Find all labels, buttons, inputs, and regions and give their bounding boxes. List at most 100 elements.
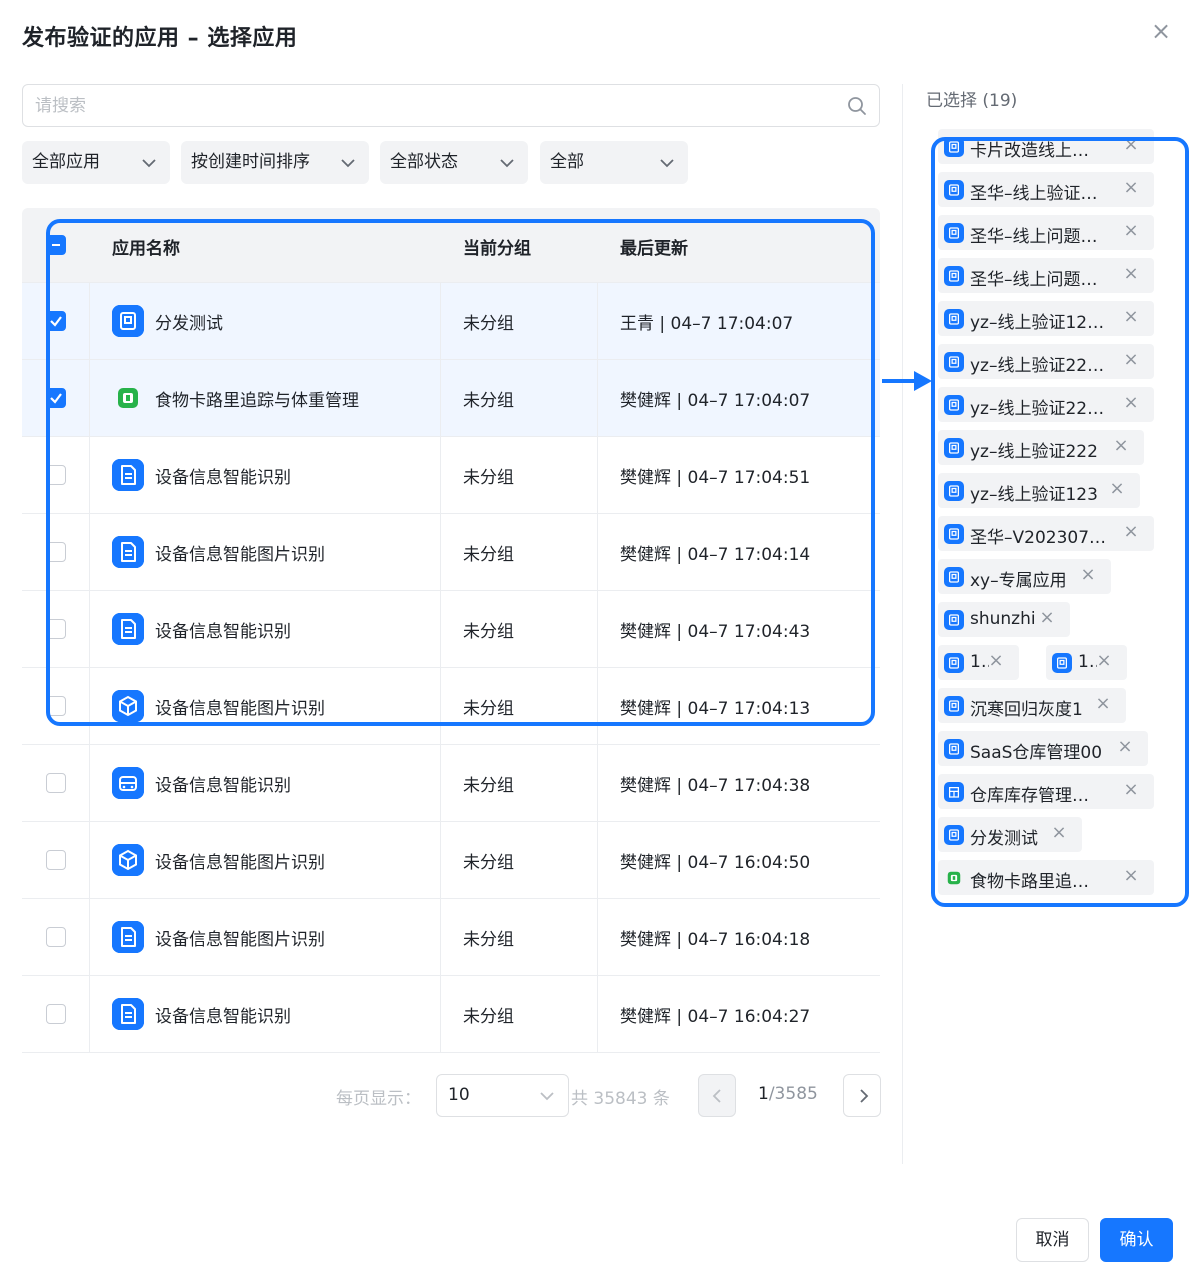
table-row[interactable]: 设备信息智能识别 未分组 樊健辉 | 04–7 17:04:38 [22,744,880,821]
search-icon[interactable] [847,96,867,116]
selected-tag-label: 卡片改造线上… [970,141,1089,161]
document-icon [944,266,964,286]
app-group: 未分组 [463,699,514,719]
table-row[interactable]: 设备信息智能识别 未分组 樊健辉 | 04–7 17:04:43 [22,590,880,667]
filter-status[interactable]: 全部状态 [380,141,528,184]
selected-tag-label: 圣华–线上问题… [970,227,1098,247]
row-checkbox[interactable] [46,311,66,331]
remove-tag-icon[interactable]: × [1122,263,1140,285]
remove-tag-icon[interactable]: × [1122,306,1140,328]
app-updated: 樊健辉 | 04–7 17:04:51 [620,468,811,488]
remove-tag-icon[interactable]: × [1038,607,1056,629]
document-icon [944,653,964,673]
remove-tag-icon[interactable]: × [1122,521,1140,543]
filter-all[interactable]: 全部 [540,141,688,184]
filter-sort[interactable]: 按创建时间排序 [181,141,369,184]
column-divider [89,514,90,590]
remove-tag-icon[interactable]: × [1095,650,1113,672]
document-icon [944,395,964,415]
selected-tag-label: yz–线上验证12… [970,313,1105,333]
remove-tag-icon[interactable]: × [1122,177,1140,199]
building-icon [944,782,964,802]
document-icon [944,352,964,372]
page-indicator: 1/3585 [758,1084,818,1104]
table-row[interactable]: 设备信息智能图片识别 未分组 樊健辉 | 04–7 17:04:14 [22,513,880,590]
row-checkbox[interactable] [46,465,66,485]
remove-tag-icon[interactable]: × [1079,564,1097,586]
remove-tag-icon[interactable]: × [1122,349,1140,371]
row-checkbox[interactable] [46,619,66,639]
row-checkbox[interactable] [46,927,66,947]
selected-tag: 圣华–线上问题… × [938,258,1154,293]
document-icon [944,696,964,716]
remove-tag-icon[interactable]: × [1108,478,1126,500]
prev-page-button[interactable] [698,1074,736,1117]
remove-tag-icon[interactable]: × [1116,736,1134,758]
chevron-down-icon [142,159,156,168]
row-checkbox[interactable] [46,850,66,870]
row-checkbox[interactable] [46,388,66,408]
remove-tag-icon[interactable]: × [1122,865,1140,887]
column-divider [597,668,598,744]
table-row[interactable]: 设备信息智能图片识别 未分组 樊健辉 | 04–7 16:04:50 [22,821,880,898]
header-group[interactable]: 当前分组 [463,234,531,259]
app-name: 设备信息智能识别 [155,776,291,796]
header-updated[interactable]: 最后更新 [620,234,688,259]
chevron-down-icon [660,159,674,168]
filter-all-label: 全部 [550,152,584,172]
column-divider [440,745,441,821]
remove-tag-icon[interactable]: × [1050,822,1068,844]
column-divider [597,591,598,667]
selected-tag-label: SaaS仓库管理00 [970,743,1103,763]
document-icon [944,309,964,329]
filter-status-label: 全部状态 [390,152,458,172]
file-icon [112,459,144,491]
column-divider [597,437,598,513]
document-icon [944,524,964,544]
column-divider [597,745,598,821]
table-row[interactable]: 设备信息智能图片识别 未分组 樊健辉 | 04–7 16:04:18 [22,898,880,975]
selected-tag-label: 分发测试 [970,829,1038,849]
remove-tag-icon[interactable]: × [1112,435,1130,457]
selected-tag-label: 沉寒回归灰度1 [970,700,1083,720]
close-icon[interactable]: × [1148,18,1174,44]
remove-tag-icon[interactable]: × [1122,779,1140,801]
dialog-title: 发布验证的应用 – 选择应用 [22,26,298,51]
selected-tag: 圣华–线上验证… × [938,172,1154,207]
per-page-value: 10 [448,1085,470,1105]
table-row[interactable]: 设备信息智能识别 未分组 樊健辉 | 04–7 17:04:51 [22,436,880,513]
app-updated: 樊健辉 | 04–7 17:04:38 [620,776,811,796]
remove-tag-icon[interactable]: × [1094,693,1112,715]
selected-tag: yz–线上验证12… × [938,301,1154,336]
row-checkbox[interactable] [46,1004,66,1024]
remove-tag-icon[interactable]: × [1122,220,1140,242]
selected-tag-label: 仓库库存管理… [970,786,1089,806]
selected-tag: 圣华–线上问题… × [938,215,1154,250]
search-box[interactable] [22,84,880,127]
selected-tag: SaaS仓库管理00 × [938,731,1148,766]
column-divider [89,283,90,359]
filter-app-scope[interactable]: 全部应用 [22,141,170,184]
app-name: 设备信息智能图片识别 [155,545,325,565]
table-row[interactable]: 分发测试 未分组 王青 | 04–7 17:04:07 [22,282,880,359]
search-input[interactable] [35,85,835,126]
table-row[interactable]: 食物卡路里追踪与体重管理 未分组 樊健辉 | 04–7 17:04:07 [22,359,880,436]
remove-tag-icon[interactable]: × [1122,134,1140,156]
remove-tag-icon[interactable]: × [1122,392,1140,414]
row-checkbox[interactable] [46,542,66,562]
app-updated: 樊健辉 | 04–7 17:04:07 [620,391,811,411]
per-page-select[interactable]: 10 [436,1074,569,1117]
table-row[interactable]: 设备信息智能图片识别 未分组 樊健辉 | 04–7 17:04:13 [22,667,880,744]
app-group: 未分组 [463,545,514,565]
row-checkbox[interactable] [46,696,66,716]
table-row[interactable]: 设备信息智能识别 未分组 樊健辉 | 04–7 16:04:27 [22,975,880,1052]
cancel-button[interactable]: 取消 [1016,1218,1089,1262]
header-app-name[interactable]: 应用名称 [112,234,180,259]
next-page-button[interactable] [843,1074,881,1117]
confirm-button[interactable]: 确认 [1100,1218,1173,1262]
remove-tag-icon[interactable]: × [987,650,1005,672]
document-icon [944,438,964,458]
select-all-checkbox[interactable] [46,235,66,255]
column-divider [89,976,90,1052]
row-checkbox[interactable] [46,773,66,793]
